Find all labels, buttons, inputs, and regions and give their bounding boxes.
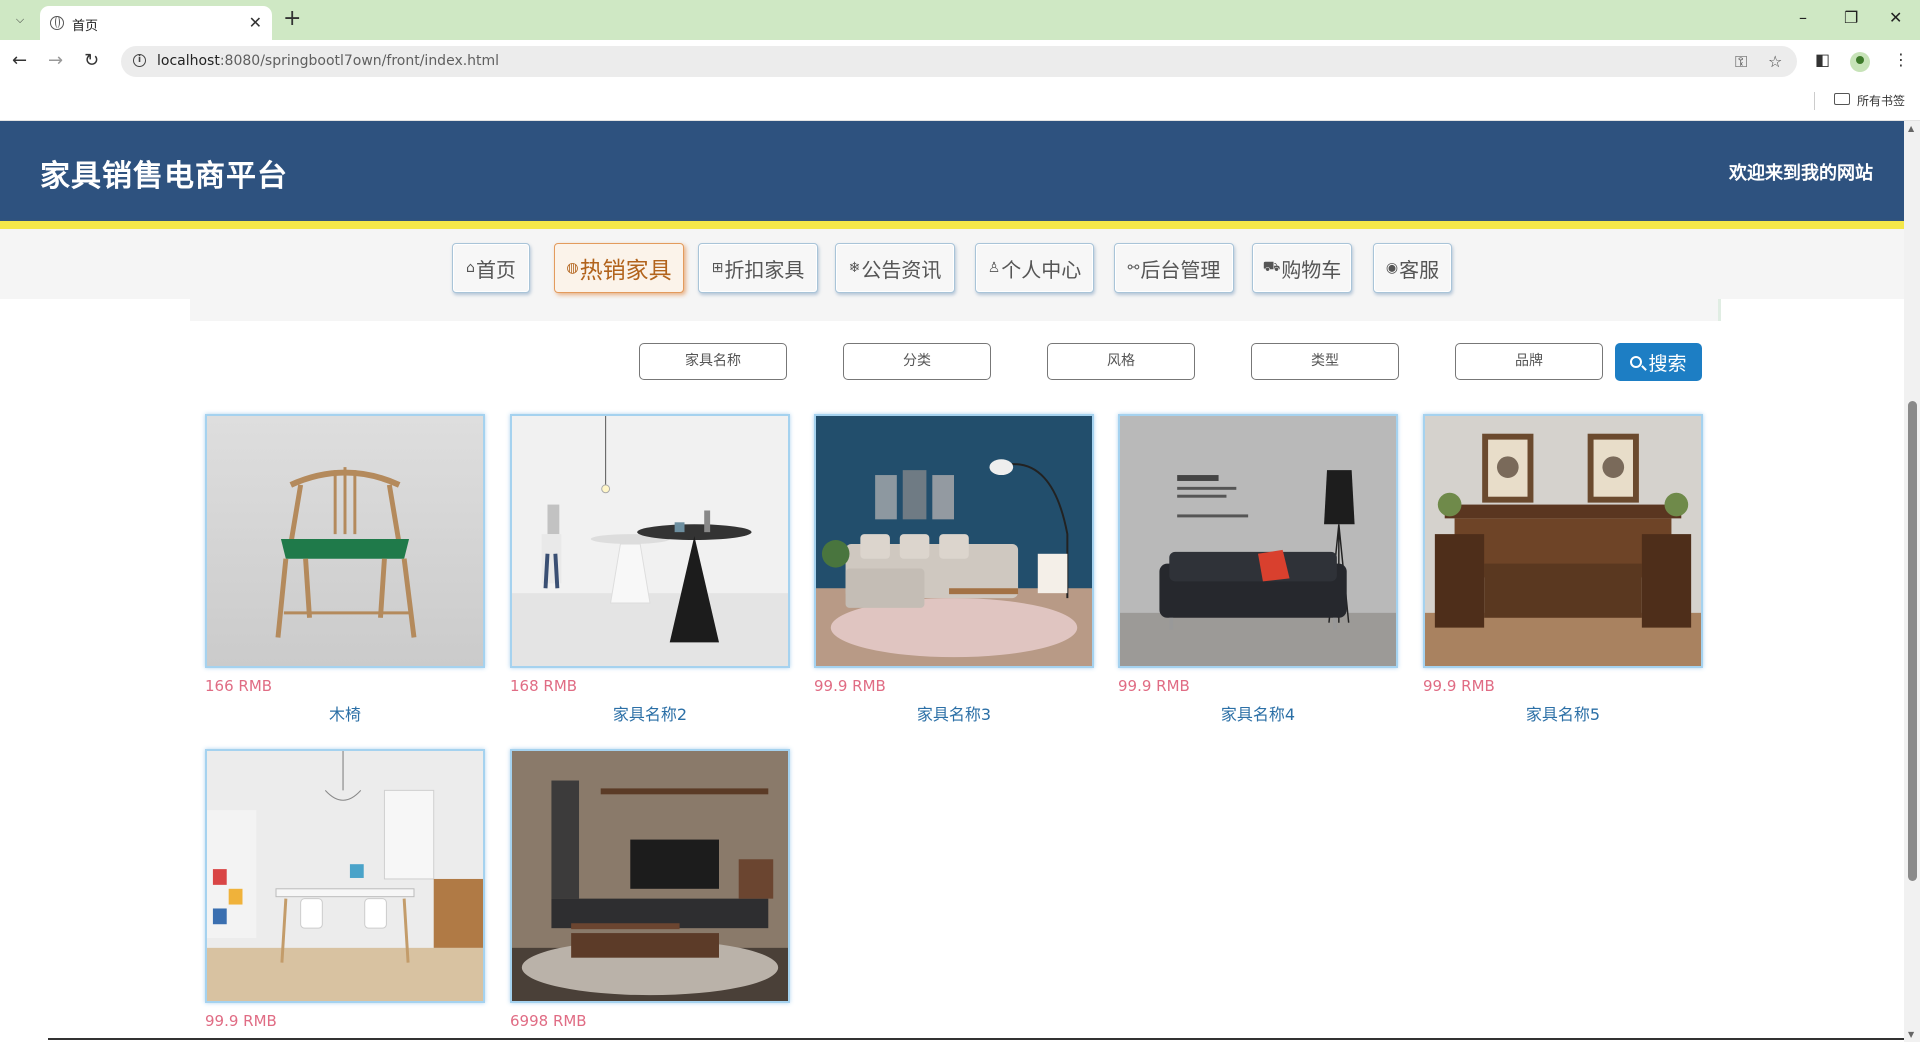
scroll-up-icon[interactable]: ▲ bbox=[1908, 124, 1914, 133]
main-nav: ⌂ 首页 ◍ 热销家具 ⊞ 折扣家具 ❄ 公告资讯 ♙ 个人中心 ⚯ 后台管理 ⛟ 购物车 ◉… bbox=[0, 229, 1904, 299]
product-price: 99.9 RMB bbox=[814, 677, 886, 695]
all-bookmarks-link[interactable]: 所有书签 bbox=[1857, 92, 1905, 109]
fire-icon: ◍ bbox=[566, 260, 579, 276]
nav-personal-center[interactable]: ♙ 个人中心 bbox=[975, 243, 1094, 293]
site-info-icon[interactable]: i bbox=[133, 54, 146, 67]
globe-icon bbox=[50, 16, 64, 30]
product-price: 168 RMB bbox=[510, 677, 578, 695]
reload-icon[interactable]: ↻ bbox=[84, 50, 99, 71]
product-name[interactable]: 木椅 bbox=[205, 701, 485, 725]
product-name[interactable]: 家具名称4 bbox=[1118, 701, 1398, 725]
product-image[interactable] bbox=[205, 414, 485, 668]
nav-customer-service[interactable]: ◉ 客服 bbox=[1373, 243, 1452, 293]
nav-cart[interactable]: ⛟ 购物车 bbox=[1252, 243, 1352, 293]
headset-icon: ◉ bbox=[1385, 260, 1399, 276]
address-bar[interactable]: i localhost:8080/springbootl7own/front/i… bbox=[121, 46, 1797, 77]
nav-discount-furniture[interactable]: ⊞ 折扣家具 bbox=[698, 243, 818, 293]
link-icon: ⚯ bbox=[1127, 260, 1140, 276]
bookmarks-bar: 所有书签 bbox=[0, 83, 1920, 121]
product-image[interactable] bbox=[205, 749, 485, 1003]
nav-admin[interactable]: ⚯ 后台管理 bbox=[1114, 243, 1234, 293]
close-window-icon[interactable]: ✕ bbox=[1889, 8, 1902, 27]
site-header: 家具销售电商平台 欢迎来到我的网站 bbox=[0, 121, 1904, 221]
side-panel-icon[interactable]: ◧ bbox=[1815, 50, 1830, 69]
welcome-text: 欢迎来到我的网站 bbox=[1729, 163, 1873, 184]
tab-search-chevron-icon[interactable]: ⌵ bbox=[8, 9, 32, 31]
menu-kebab-icon[interactable]: ⋮ bbox=[1893, 50, 1909, 69]
browser-tab-strip: ⌵ 首页 ✕ + – ❐ ✕ bbox=[0, 0, 1920, 40]
product-image[interactable] bbox=[1423, 414, 1703, 668]
product-name[interactable]: 家具名称5 bbox=[1423, 701, 1703, 725]
product-price: 99.9 RMB bbox=[205, 1012, 277, 1030]
nav-announcements[interactable]: ❄ 公告资讯 bbox=[835, 243, 955, 293]
tab-title: 首页 bbox=[72, 19, 99, 34]
content-divider bbox=[190, 299, 1721, 321]
product-image[interactable] bbox=[510, 749, 790, 1003]
back-icon[interactable]: ← bbox=[12, 50, 27, 71]
scrollbar-thumb[interactable] bbox=[1908, 401, 1917, 881]
product-price: 99.9 RMB bbox=[1118, 677, 1190, 695]
snowflake-icon: ❄ bbox=[848, 260, 861, 276]
gift-icon: ⊞ bbox=[711, 260, 724, 276]
restore-icon[interactable]: ❐ bbox=[1844, 8, 1858, 27]
home-icon: ⌂ bbox=[466, 260, 475, 276]
product-price: 99.9 RMB bbox=[1423, 677, 1495, 695]
nav-hot-furniture[interactable]: ◍ 热销家具 bbox=[554, 243, 684, 293]
minimize-icon[interactable]: – bbox=[1799, 8, 1807, 27]
product-name[interactable]: 家具名称2 bbox=[510, 701, 790, 725]
product-image[interactable] bbox=[510, 414, 790, 668]
search-button[interactable]: 搜索 bbox=[1615, 343, 1702, 381]
close-tab-icon[interactable]: ✕ bbox=[249, 13, 262, 32]
folder-icon[interactable] bbox=[1834, 93, 1850, 105]
product-price: 166 RMB bbox=[205, 677, 273, 695]
new-tab-icon[interactable]: + bbox=[283, 6, 301, 31]
page-bottom-divider bbox=[48, 1038, 1904, 1040]
url-text: localhost:8080/springbootl7own/front/ind… bbox=[157, 53, 500, 69]
style-input[interactable]: 风格 bbox=[1047, 343, 1195, 380]
brand-input[interactable]: 品牌 bbox=[1455, 343, 1603, 380]
type-input[interactable]: 类型 bbox=[1251, 343, 1399, 380]
product-name[interactable]: 家具名称3 bbox=[814, 701, 1094, 725]
product-price: 6998 RMB bbox=[510, 1012, 587, 1030]
browser-toolbar: ← → ↻ i localhost:8080/springbootl7own/f… bbox=[0, 40, 1920, 83]
site-title: 家具销售电商平台 bbox=[40, 159, 288, 194]
furniture-name-input[interactable]: 家具名称 bbox=[639, 343, 787, 380]
profile-avatar-icon[interactable] bbox=[1850, 52, 1870, 72]
scroll-down-icon[interactable]: ▼ bbox=[1908, 1030, 1914, 1039]
user-icon: ♙ bbox=[987, 260, 1001, 276]
bookmarks-divider bbox=[1814, 92, 1815, 110]
category-input[interactable]: 分类 bbox=[843, 343, 991, 380]
search-icon bbox=[1630, 356, 1643, 368]
product-image[interactable] bbox=[1118, 414, 1398, 668]
browser-tab[interactable]: 首页 ✕ bbox=[40, 6, 272, 40]
forward-icon[interactable]: → bbox=[48, 50, 63, 71]
bookmark-star-icon[interactable]: ☆ bbox=[1768, 52, 1782, 71]
header-accent-bar bbox=[0, 221, 1904, 229]
page-scrollbar[interactable]: ▲ ▼ bbox=[1904, 121, 1920, 1042]
cart-icon: ⛟ bbox=[1262, 259, 1281, 275]
nav-home[interactable]: ⌂ 首页 bbox=[452, 243, 530, 293]
page-viewport: 家具销售电商平台 欢迎来到我的网站 ⌂ 首页 ◍ 热销家具 ⊞ 折扣家具 ❄ 公告资讯 … bbox=[0, 121, 1904, 1042]
password-key-icon[interactable]: ⚿ bbox=[1735, 52, 1747, 72]
product-image[interactable] bbox=[814, 414, 1094, 668]
